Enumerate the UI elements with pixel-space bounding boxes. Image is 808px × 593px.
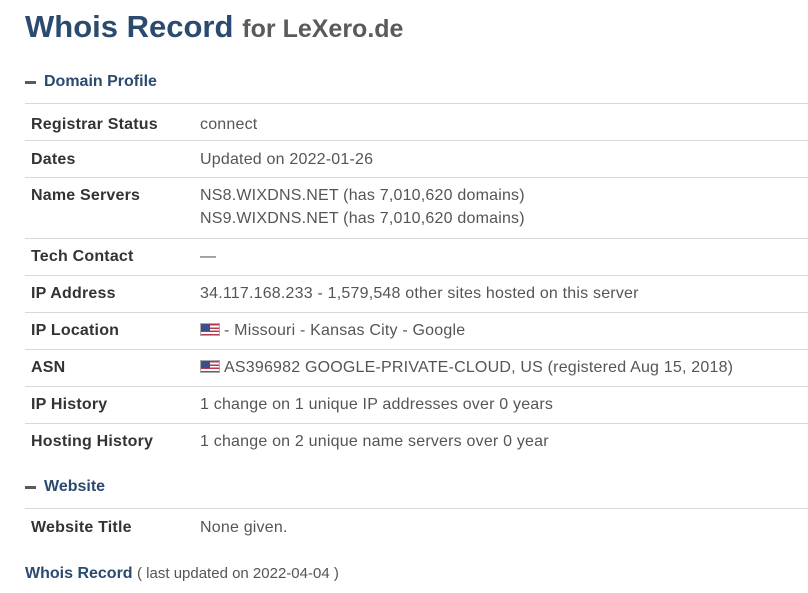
row-value-ip-location: - Missouri - Kansas City - Google xyxy=(200,319,465,349)
table-row: IP History 1 change on 1 unique IP addre… xyxy=(25,387,808,424)
website-table: Website Title None given. xyxy=(25,508,808,546)
row-value-ip-address[interactable]: 34.117.168.233 - 1,579,548 other sites h… xyxy=(200,282,639,312)
domain-profile-heading: Domain Profile xyxy=(44,73,157,90)
row-value-dates: Updated on 2022-01-26 xyxy=(200,151,374,168)
footer: Whois Record ( last updated on 2022-04-0… xyxy=(25,565,339,583)
collapse-icon xyxy=(25,80,36,84)
whois-record-link[interactable]: Whois Record xyxy=(25,565,133,582)
row-label-asn: ASN xyxy=(31,359,66,376)
row-label-hosting-history: Hosting History xyxy=(31,433,154,450)
us-flag-icon xyxy=(200,360,220,373)
website-heading: Website xyxy=(44,478,106,495)
table-row: Dates Updated on 2022-01-26 xyxy=(25,141,808,178)
title-main: Whois Record xyxy=(25,9,234,44)
row-label-dates: Dates xyxy=(31,151,76,168)
name-server-1[interactable]: NS8.WIXDNS.NET (has 7,010,620 domains) xyxy=(200,184,525,207)
row-value-hosting-history[interactable]: 1 change on 2 unique name servers over 0… xyxy=(200,430,549,461)
table-row: Registrar Status connect xyxy=(25,104,808,141)
row-value-ip-history[interactable]: 1 change on 1 unique IP addresses over 0… xyxy=(200,393,553,423)
table-row: Website Title None given. xyxy=(25,509,808,546)
table-row: IP Address 34.117.168.233 - 1,579,548 ot… xyxy=(25,276,808,313)
page-title: Whois Record for LeXero.de xyxy=(25,8,403,45)
domain-profile-toggle[interactable]: Domain Profile xyxy=(25,73,157,91)
row-value-asn: AS396982 GOOGLE-PRIVATE-CLOUD, US (regis… xyxy=(200,356,733,386)
row-value-registrar-status: connect xyxy=(200,116,258,133)
table-row: IP Location - Missouri - Kansas City - G… xyxy=(25,313,808,350)
name-server-2[interactable]: NS9.WIXDNS.NET (has 7,010,620 domains) xyxy=(200,207,525,230)
title-domain: for LeXero.de xyxy=(242,15,404,43)
ip-location-text: - Missouri - Kansas City - Google xyxy=(224,322,466,339)
row-label-website-title: Website Title xyxy=(31,519,132,536)
row-label-name-servers: Name Servers xyxy=(31,187,141,204)
row-label-tech-contact: Tech Contact xyxy=(31,248,134,265)
domain-profile-table: Registrar Status connect Dates Updated o… xyxy=(25,103,808,461)
us-flag-icon xyxy=(200,323,220,336)
row-label-ip-history: IP History xyxy=(31,396,108,413)
row-label-registrar-status: Registrar Status xyxy=(31,116,158,133)
row-value-tech-contact: — xyxy=(200,248,217,265)
collapse-icon xyxy=(25,485,36,489)
last-updated-note: ( last updated on 2022-04-04 ) xyxy=(137,565,339,582)
website-toggle[interactable]: Website xyxy=(25,478,105,496)
table-row: Hosting History 1 change on 2 unique nam… xyxy=(25,424,808,461)
table-row: Tech Contact — xyxy=(25,239,808,276)
table-row: ASN AS396982 GOOGLE-PRIVATE-CLOUD, US (r… xyxy=(25,350,808,387)
row-value-website-title: None given. xyxy=(200,519,288,536)
row-label-ip-address: IP Address xyxy=(31,285,116,302)
row-label-ip-location: IP Location xyxy=(31,322,120,339)
table-row: Name Servers NS8.WIXDNS.NET (has 7,010,6… xyxy=(25,178,808,239)
asn-text: AS396982 GOOGLE-PRIVATE-CLOUD, US (regis… xyxy=(224,359,734,376)
